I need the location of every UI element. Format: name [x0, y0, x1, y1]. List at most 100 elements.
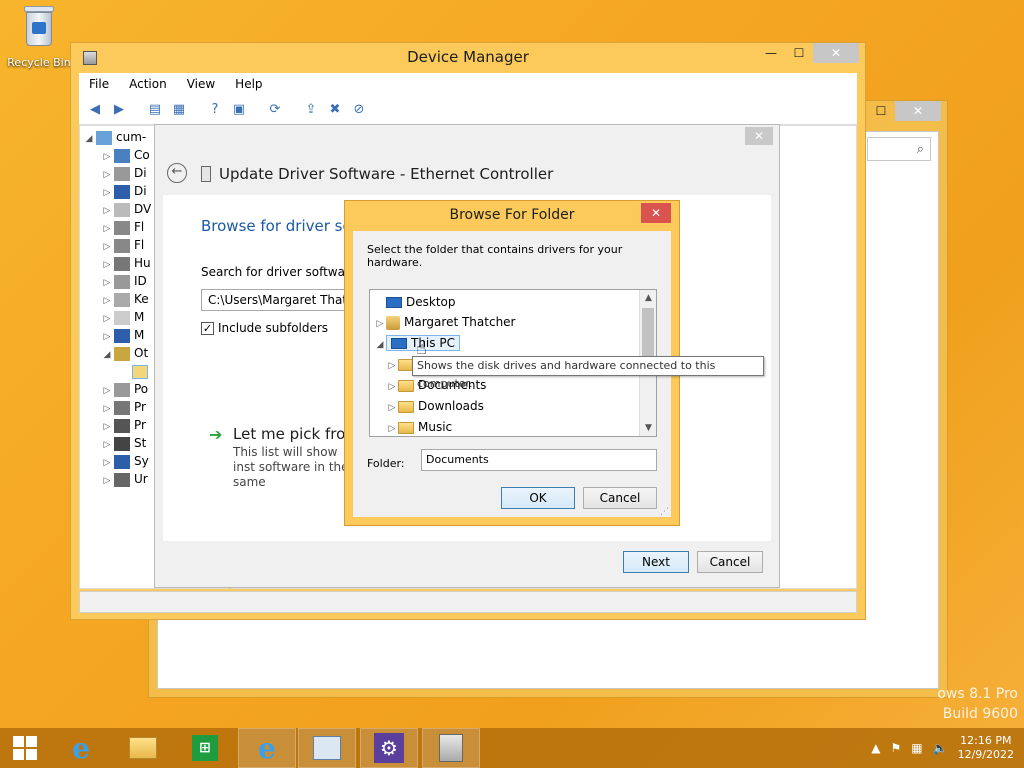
taskbar-control-panel[interactable] [298, 728, 356, 768]
resize-grip-icon[interactable]: ⋰ [660, 507, 669, 517]
close-icon[interactable]: ✕ [895, 101, 941, 121]
tree-item[interactable]: ▷ Di [100, 164, 147, 182]
device-manager-icon [439, 734, 463, 762]
system-tray: ▲ ⚑ ▦ 🔈 12:16 PM 12/9/2022 [871, 728, 1024, 768]
folder-icon [398, 379, 414, 392]
desktop-icon [386, 297, 402, 308]
scroll-up-icon[interactable]: ▲ [640, 290, 656, 306]
internet-explorer-icon: e [258, 731, 276, 765]
menu-file[interactable]: File [89, 77, 109, 91]
clock-date: 12/9/2022 [957, 748, 1014, 761]
computer-icon [391, 338, 407, 349]
taskbar-ie-active[interactable]: e [238, 728, 296, 768]
menu-help[interactable]: Help [235, 77, 262, 91]
chevron-up-icon[interactable]: ▲ [871, 741, 880, 755]
tree-item[interactable]: ▷ Ur [100, 470, 148, 488]
status-bar [79, 591, 857, 613]
tree-item[interactable]: ▷ Hu [100, 254, 151, 272]
gear-icon: ⚙ [374, 733, 404, 763]
dialog-title: Browse For Folder [449, 207, 575, 223]
clock-time: 12:16 PM [960, 734, 1012, 747]
tree-item[interactable]: ◢ Ot [100, 344, 148, 362]
volume-icon[interactable]: 🔈 [933, 741, 948, 755]
close-icon[interactable]: ✕ [641, 203, 671, 223]
dialog-header: Update Driver Software - Ethernet Contro… [219, 165, 554, 183]
close-icon[interactable]: ✕ [745, 127, 773, 145]
minimize-icon[interactable]: — [757, 43, 785, 63]
tree-root[interactable]: ◢ cum- [82, 128, 146, 146]
scroll-down-icon[interactable]: ▼ [640, 420, 656, 436]
search-box[interactable]: ⌕ [867, 137, 931, 161]
view-icon[interactable]: ▣ [229, 100, 249, 120]
taskbar-settings[interactable]: ⚙ [360, 728, 418, 768]
tree-item[interactable]: ▷ Fl [100, 218, 144, 236]
start-button[interactable] [0, 728, 50, 768]
update-driver-icon[interactable]: ⇪ [301, 100, 321, 120]
checkmark-icon: ✓ [201, 321, 214, 335]
tree-item[interactable]: ▷ Fl [100, 236, 144, 254]
back-arrow-icon[interactable]: ◀ [85, 100, 105, 120]
watermark-build: Build 9600 [942, 706, 1018, 722]
tree-item[interactable]: ▷ Po [100, 380, 148, 398]
cancel-button[interactable]: Cancel [697, 551, 763, 573]
tree-item[interactable]: ▷ DV [100, 200, 151, 218]
tree-item[interactable]: ▷ Sy [100, 452, 149, 470]
uninstall-icon[interactable]: ✖ [325, 100, 345, 120]
tree-item[interactable]: ▷ Di [100, 182, 147, 200]
search-icon: ⌕ [916, 142, 924, 157]
close-icon[interactable]: ✕ [813, 43, 859, 63]
tree-item[interactable]: ▷ M [100, 308, 144, 326]
watermark-edition: ows 8.1 Pro [937, 686, 1018, 702]
recycle-bin-icon[interactable]: Recycle Bin [4, 6, 74, 76]
page-heading: Browse for driver sof [201, 217, 357, 235]
cancel-button[interactable]: Cancel [583, 487, 657, 509]
instruction-text: Select the folder that contains drivers … [367, 243, 623, 269]
folder-item-user[interactable]: ▷ Margaret Thatcher [374, 312, 516, 332]
list-icon[interactable]: ▦ [169, 100, 189, 120]
folder-item-desktop[interactable]: Desktop [374, 292, 456, 312]
include-subfolders-checkbox[interactable]: ✓ Include subfolders [201, 321, 328, 335]
taskbar-store[interactable]: ⊞ [176, 728, 234, 768]
taskbar-explorer[interactable] [114, 728, 172, 768]
tree-item-unknown-device[interactable] [118, 362, 152, 380]
flag-icon[interactable]: ⚑ [891, 741, 902, 755]
folder-label: Folder: [367, 457, 405, 470]
include-subfolders-label: Include subfolders [218, 321, 329, 335]
back-arrow-icon[interactable]: ← [167, 163, 187, 183]
tree-item[interactable]: ▷ M [100, 326, 144, 344]
menu-action[interactable]: Action [129, 77, 167, 91]
folder-item-downloads[interactable]: ▷ Downloads [386, 396, 484, 416]
ok-button[interactable]: OK [501, 487, 575, 509]
next-button[interactable]: Next [623, 551, 689, 573]
properties-icon[interactable]: ▤ [145, 100, 165, 120]
menu-view[interactable]: View [187, 77, 215, 91]
folder-input[interactable]: Documents [421, 449, 657, 471]
taskbar-ie[interactable]: e [52, 728, 110, 768]
control-panel-icon [313, 736, 341, 760]
recycle-bin-label: Recycle Bin [7, 56, 71, 69]
store-icon: ⊞ [192, 735, 218, 761]
trash-icon [22, 6, 56, 48]
windows-watermark: ows 8.1 Pro Build 9600 [937, 684, 1018, 724]
forward-arrow-icon[interactable]: ▶ [109, 100, 129, 120]
tree-item[interactable]: ▷ St [100, 434, 146, 452]
tree-item[interactable]: ▷ Pr [100, 398, 146, 416]
tree-item[interactable]: ▷ ID [100, 272, 147, 290]
folder-item-music[interactable]: ▷ Music [386, 417, 453, 436]
help-icon[interactable]: ? [205, 100, 225, 120]
tree-item[interactable]: ▷ Ke [100, 290, 149, 308]
window-title: Device Manager [407, 48, 529, 66]
network-icon[interactable]: ▦ [911, 741, 922, 755]
scroll-thumb[interactable] [642, 308, 654, 356]
tooltip: Shows the disk drives and hardware conne… [412, 356, 764, 390]
clock[interactable]: 12:16 PM 12/9/2022 [958, 734, 1014, 762]
user-folder-icon [386, 315, 400, 330]
maximize-icon[interactable]: ☐ [785, 43, 813, 63]
pick-from-list-link[interactable]: Let me pick from [233, 425, 360, 443]
maximize-icon[interactable]: ☐ [867, 101, 895, 121]
tree-item[interactable]: ▷ Pr [100, 416, 146, 434]
taskbar-device-manager[interactable] [422, 728, 480, 768]
scan-hardware-icon[interactable]: ⟳ [265, 100, 285, 120]
tree-item[interactable]: ▷ Co [100, 146, 150, 164]
disable-icon[interactable]: ⊘ [349, 100, 369, 120]
